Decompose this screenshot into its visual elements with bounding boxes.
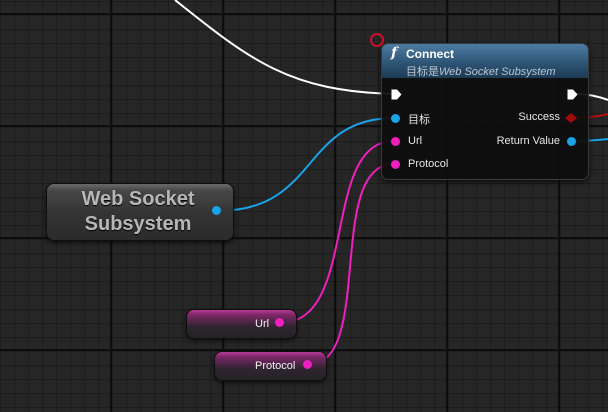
url-input-pin[interactable] <box>391 137 400 146</box>
target-input-pin[interactable] <box>391 114 400 123</box>
breakpoint-marker-icon[interactable] <box>370 33 384 47</box>
subsystem-output-pin[interactable] <box>212 206 221 215</box>
string-wire-url[interactable] <box>279 140 395 324</box>
subtitle-prefix: 目标是 <box>406 66 439 78</box>
node-title: Connect <box>406 47 454 61</box>
url-variable-label: Url <box>255 318 270 330</box>
subsystem-title-line-1: Web Socket <box>81 188 195 210</box>
protocol-input-label: Protocol <box>408 158 449 170</box>
string-wire-protocol[interactable] <box>307 163 395 366</box>
connect-function-node[interactable]: f Connect 目标是Web Socket Subsystem 目标 Url… <box>381 43 589 180</box>
function-icon: f <box>391 45 398 61</box>
return-value-output-pin[interactable] <box>567 137 576 146</box>
target-input-label: 目标 <box>408 114 430 126</box>
exec-output-pin[interactable] <box>567 89 578 100</box>
protocol-variable-label: Protocol <box>255 360 296 372</box>
node-header: f Connect 目标是Web Socket Subsystem <box>382 44 588 78</box>
success-output-label: Success <box>518 111 560 123</box>
url-input-label: Url <box>408 135 423 147</box>
blueprint-graph-canvas[interactable]: f Connect 目标是Web Socket Subsystem 目标 Url… <box>0 0 608 412</box>
success-output-pin[interactable] <box>565 113 577 123</box>
subsystem-node-title: Web Socket Subsystem <box>47 187 229 237</box>
return-value-output-label: Return Value <box>496 135 560 147</box>
node-subtitle: 目标是Web Socket Subsystem <box>406 63 556 79</box>
exec-input-pin[interactable] <box>391 89 402 100</box>
subsystem-title-line-2: Subsystem <box>84 213 192 235</box>
exec-wire-incoming[interactable] <box>174 0 397 95</box>
subtitle-target: Web Socket Subsystem <box>439 66 556 78</box>
web-socket-subsystem-node[interactable]: Web Socket Subsystem <box>46 183 234 241</box>
object-wire-target[interactable] <box>216 117 396 212</box>
protocol-input-pin[interactable] <box>391 160 400 169</box>
url-variable-output-pin[interactable] <box>275 318 284 327</box>
protocol-variable-output-pin[interactable] <box>303 360 312 369</box>
